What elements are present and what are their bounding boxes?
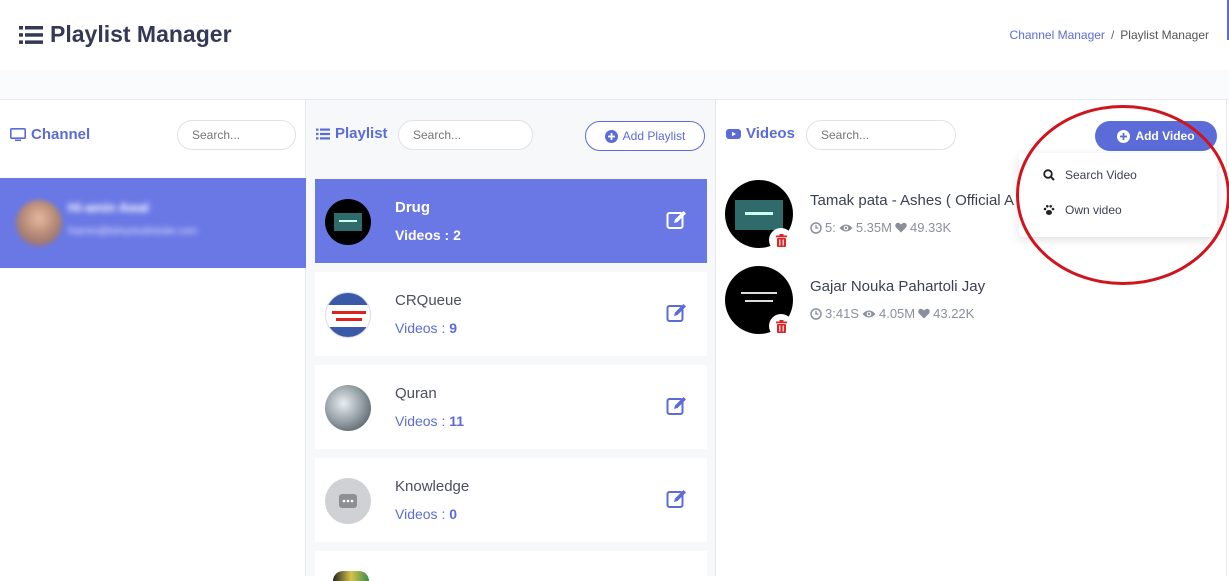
- playlist-video-count: Videos : 11: [395, 413, 464, 429]
- video-stats: 5: 5.35M 49.33K: [810, 220, 951, 235]
- playlist-video-count: Videos : 9: [395, 320, 457, 336]
- videos-label: Videos :: [395, 320, 446, 336]
- paw-icon: [1043, 205, 1055, 215]
- channel-panel: Channel Hi-amin Awal hiamin@bdnystudiotu…: [0, 100, 306, 576]
- add-video-button[interactable]: Add Video: [1095, 121, 1217, 151]
- clock-icon: [810, 307, 822, 320]
- playlist-thumbnail: [333, 571, 369, 581]
- heart-icon: [895, 222, 907, 233]
- playlist-search-input[interactable]: [398, 120, 533, 150]
- playlist-item-partial[interactable]: [315, 551, 707, 581]
- playlist-item-crqueue[interactable]: CRQueue Videos : 9: [315, 272, 707, 356]
- videos-title-label: Videos: [746, 125, 795, 142]
- channel-email: hiamin@bdnystudiotube.com: [68, 226, 198, 237]
- eye-icon: [862, 310, 876, 317]
- videos-label: Videos :: [395, 506, 446, 522]
- video-stats: 3:41S 4.05M 43.22K: [810, 306, 974, 321]
- list-icon: [316, 128, 330, 139]
- playlist-thumbnail: [325, 478, 371, 524]
- add-playlist-button[interactable]: Add Playlist: [585, 121, 705, 151]
- count-value: 2: [453, 227, 461, 243]
- delete-video-button[interactable]: [769, 314, 793, 338]
- videos-search-input[interactable]: [806, 120, 956, 150]
- channel-search-input[interactable]: [177, 120, 296, 150]
- playlist-item-quran[interactable]: Quran Videos : 11: [315, 365, 707, 449]
- video-likes: 49.33K: [909, 220, 952, 235]
- dropdown-item-own-video[interactable]: Own video: [1043, 203, 1122, 217]
- playlist-name: Drug: [395, 199, 430, 216]
- playlist-name: CRQueue: [395, 292, 462, 309]
- playlist-panel-title: Playlist: [316, 125, 388, 142]
- playlist-video-count: Videos : 0: [395, 506, 457, 522]
- page-title: Playlist Manager: [50, 21, 232, 47]
- breadcrumb-link-channel-manager[interactable]: Channel Manager: [1010, 28, 1105, 42]
- video-item[interactable]: Gajar Nouka Pahartoli Jay 3:41S 4.05M 43…: [725, 266, 1215, 338]
- playlist-name: Quran: [395, 385, 437, 402]
- playlist-item-drug[interactable]: Drug Videos : 2: [315, 179, 707, 263]
- add-playlist-label: Add Playlist: [622, 129, 686, 143]
- dropdown-label: Search Video: [1065, 168, 1137, 182]
- playlist-item-knowledge[interactable]: Knowledge Videos : 0: [315, 458, 707, 542]
- video-views: 4.05M: [878, 306, 916, 321]
- count-value: 9: [449, 320, 458, 336]
- trash-icon: [775, 319, 787, 333]
- count-value: 11: [449, 413, 465, 429]
- playlist-video-count: Videos : 2: [395, 227, 461, 243]
- edit-icon[interactable]: [666, 209, 688, 231]
- playlist-title-label: Playlist: [335, 125, 388, 142]
- trash-icon: [775, 233, 787, 247]
- avatar: [16, 200, 62, 246]
- monitor-icon: [10, 127, 26, 141]
- add-video-dropdown: Search Video Own video: [1019, 153, 1217, 237]
- video-duration: 3:41S: [825, 306, 859, 321]
- breadcrumb-separator: /: [1110, 28, 1115, 42]
- videos-panel-title: Videos: [726, 125, 795, 142]
- count-value: 0: [449, 506, 458, 522]
- channel-title-label: Channel: [31, 126, 91, 143]
- video-title: Tamak pata - Ashes ( Official A: [810, 192, 1014, 209]
- video-title: Gajar Nouka Pahartoli Jay: [810, 278, 986, 295]
- video-likes: 43.22K: [933, 306, 975, 321]
- youtube-icon: [726, 128, 741, 139]
- playlist-thumbnail: [325, 199, 371, 245]
- edit-icon[interactable]: [666, 302, 688, 324]
- playlist-panel: Playlist Add Playlist Drug Videos : 2 CR…: [306, 100, 716, 581]
- channel-name: Hi-amin Awal: [68, 200, 149, 215]
- delete-video-button[interactable]: [769, 228, 793, 252]
- video-duration: 5:: [825, 220, 836, 235]
- search-icon: [1043, 169, 1055, 181]
- add-video-label: Add Video: [1135, 129, 1195, 143]
- breadcrumb-current: Playlist Manager: [1120, 28, 1209, 42]
- channel-item-selected[interactable]: Hi-amin Awal hiamin@bdnystudiotube.com: [0, 178, 306, 268]
- eye-icon: [839, 224, 853, 231]
- page-header: Playlist Manager Channel Manager / Playlis…: [0, 0, 1229, 70]
- video-views: 5.35M: [855, 220, 892, 235]
- videos-label: Videos :: [395, 413, 446, 429]
- list-menu-icon[interactable]: [19, 25, 43, 45]
- playlist-name: Knowledge: [395, 478, 470, 495]
- channel-panel-title: Channel: [10, 126, 90, 143]
- header-band: [0, 70, 1229, 100]
- plus-circle-icon: [604, 129, 618, 143]
- playlist-thumbnail: [325, 292, 371, 338]
- plus-circle-icon: [1117, 129, 1131, 143]
- videos-label: Videos :: [395, 227, 450, 243]
- dropdown-label: Own video: [1065, 203, 1122, 217]
- playlist-thumbnail: [325, 385, 371, 431]
- clock-icon: [810, 221, 822, 234]
- dropdown-item-search-video[interactable]: Search Video: [1043, 168, 1137, 182]
- edit-icon[interactable]: [666, 488, 688, 510]
- breadcrumb: Channel Manager / Playlist Manager: [1010, 28, 1209, 42]
- edit-icon[interactable]: [666, 395, 688, 417]
- heart-icon: [918, 308, 930, 319]
